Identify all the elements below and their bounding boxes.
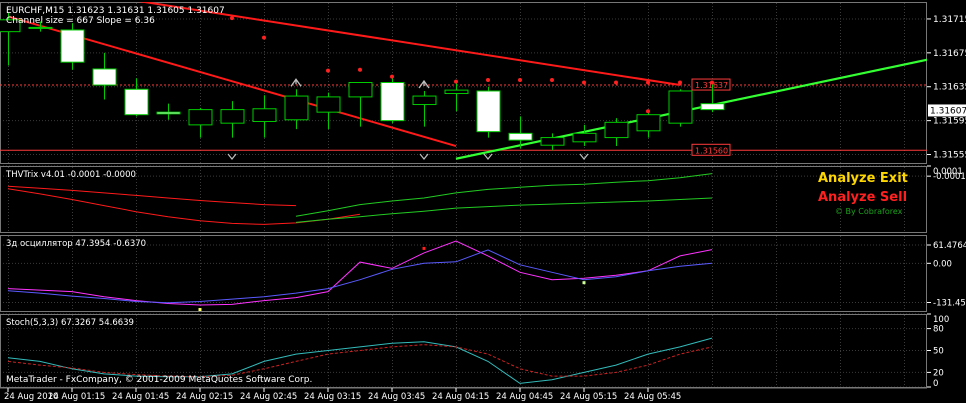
pane-tick-label-3-3: 20 bbox=[933, 368, 944, 378]
candle-body-20 bbox=[636, 114, 661, 132]
analyze-exit-badge: Analyze Exit bbox=[818, 171, 908, 186]
time-tick-label-2: 24 Aug 01:45 bbox=[112, 392, 169, 402]
pane-tick-label-2-2: -131.4526 bbox=[933, 298, 966, 308]
time-tick-label-10: 24 Aug 05:45 bbox=[624, 392, 681, 402]
candle-body-4 bbox=[124, 88, 149, 116]
candle-body-7 bbox=[220, 109, 245, 124]
chart-header-channel: Channel size = 667 Slope = 6.36 bbox=[6, 16, 155, 26]
price-tick-label-4: 1.31555 bbox=[933, 151, 966, 161]
level-label-1: 1.31560 bbox=[695, 146, 728, 155]
pane-tick-label-3-2: 50 bbox=[933, 347, 944, 357]
candle-body-10 bbox=[316, 96, 341, 113]
signal-dot-12 bbox=[678, 80, 682, 85]
candle-body-11 bbox=[348, 82, 373, 98]
candle-body-5 bbox=[156, 111, 181, 115]
time-tick-label-5: 24 Aug 03:15 bbox=[304, 392, 361, 402]
signal-dot-10 bbox=[614, 80, 618, 85]
candle-body-3 bbox=[92, 68, 117, 86]
cobraforex-credit: © By Cobraforex bbox=[835, 207, 903, 216]
time-tick-label-1: 24 Aug 01:15 bbox=[48, 392, 105, 402]
time-tick-label-9: 24 Aug 05:15 bbox=[560, 392, 617, 402]
time-tick-label-6: 24 Aug 03:45 bbox=[368, 392, 425, 402]
time-tick-label-4: 24 Aug 02:45 bbox=[240, 392, 297, 402]
candle-body-8 bbox=[252, 108, 277, 122]
candle-body-15 bbox=[476, 90, 501, 133]
candle-body-2 bbox=[60, 29, 85, 63]
time-tick-label-3: 24 Aug 02:15 bbox=[176, 392, 233, 402]
pane-tick-label-2-0: 61.4764 bbox=[933, 241, 966, 251]
current-price-label: 1.31607 bbox=[930, 106, 966, 116]
time-tick-label-7: 24 Aug 04:15 bbox=[432, 392, 489, 402]
price-tick-label-1: 1.31675 bbox=[933, 49, 966, 59]
candle-body-16 bbox=[508, 132, 533, 141]
osc-point-0 bbox=[198, 308, 202, 312]
price-tick-label-0: 1.31715 bbox=[933, 15, 966, 25]
candle-body-12 bbox=[380, 82, 405, 122]
signal-dot-7 bbox=[518, 77, 522, 82]
signal-dot-3 bbox=[358, 67, 362, 72]
candle-body-9 bbox=[284, 95, 309, 121]
trading-chart[interactable]: 1.31715 1.31675 1.31635 1.31595 1.31555 1.316… bbox=[0, 0, 966, 403]
candle-body-22 bbox=[700, 103, 725, 111]
chart-header-symbol: EURCHF,M15 1.31623 1.31631 1.31605 1.316… bbox=[6, 6, 225, 16]
candle-body-14 bbox=[444, 89, 469, 95]
pane-title-2: 3д осциллятор 47.3954 -0.6370 bbox=[6, 239, 146, 249]
metaquotes-watermark: MetaTrader - FxCompany, © 2001-2009 Meta… bbox=[6, 375, 312, 385]
analyze-sell-badge: Analyze Sell bbox=[818, 190, 907, 205]
price-tick-label-3: 1.31595 bbox=[933, 117, 966, 127]
signal-dot-2 bbox=[326, 68, 330, 73]
candle-body-21 bbox=[668, 90, 693, 124]
pane-title-1: THVTrix v4.01 -0.0001 -0.0000 bbox=[5, 170, 136, 180]
pane-title-3: Stoch(5,3,3) 67.3267 54.6639 bbox=[6, 318, 134, 328]
signal-dot-5 bbox=[454, 79, 458, 84]
signal-dot-11 bbox=[646, 80, 650, 85]
pane-tick-label-3-1: 80 bbox=[933, 325, 944, 335]
pane-tick-label-2-1: 0.00 bbox=[933, 259, 952, 269]
candle-body-13 bbox=[412, 95, 437, 106]
candle-body-1 bbox=[28, 26, 53, 29]
price-tick-label-2: 1.31635 bbox=[933, 83, 966, 93]
signal-dot-14 bbox=[646, 109, 650, 114]
signal-dot-6 bbox=[486, 77, 490, 82]
osc-point-1 bbox=[422, 246, 426, 250]
signal-dot-13 bbox=[710, 80, 714, 85]
signal-dot-4 bbox=[390, 74, 394, 79]
candle-body-6 bbox=[188, 109, 213, 126]
signal-dot-1 bbox=[262, 35, 266, 40]
pane-tick-label-1-1: -0.0001 bbox=[933, 172, 966, 182]
pane-tick-label-3-4: 0 bbox=[933, 379, 938, 389]
signal-dot-8 bbox=[550, 77, 554, 82]
time-tick-label-8: 24 Aug 04:45 bbox=[496, 392, 553, 402]
signal-dot-0 bbox=[230, 16, 234, 21]
candle-body-18 bbox=[572, 132, 597, 143]
candle-body-17 bbox=[540, 137, 565, 146]
pane-tick-label-3-0: 100 bbox=[933, 315, 949, 325]
candle-body-19 bbox=[604, 121, 629, 139]
osc-point-2 bbox=[582, 281, 586, 285]
signal-dot-9 bbox=[582, 80, 586, 85]
